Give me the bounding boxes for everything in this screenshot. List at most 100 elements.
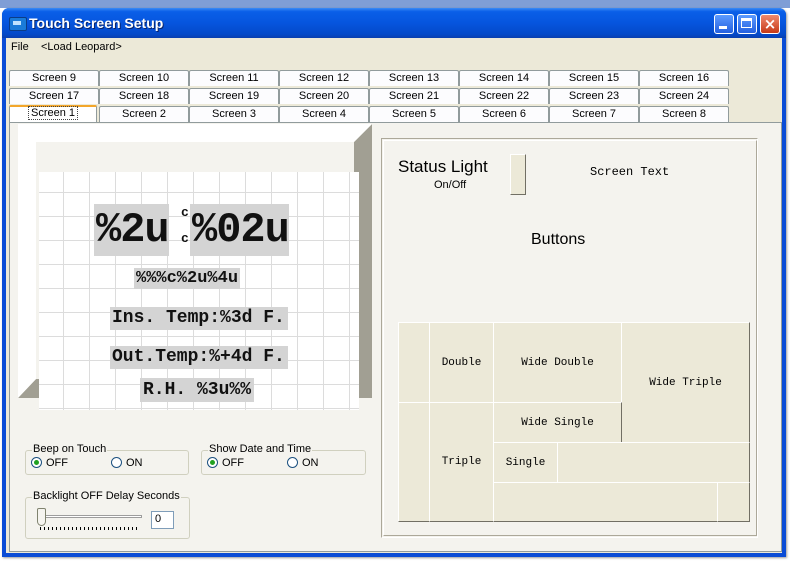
beep-on-radio[interactable]: ON [111, 457, 143, 469]
button-slot-bottom-right[interactable] [717, 482, 750, 522]
tab-label: Screen 4 [301, 108, 347, 120]
tab-label: Screen 17 [28, 90, 80, 102]
close-icon: × [763, 15, 777, 33]
lcd-outside-temp[interactable]: Out.Temp:%+4d F. [110, 346, 288, 369]
tab-screen-4[interactable]: Screen 4 [279, 106, 369, 122]
close-button[interactable]: × [760, 14, 780, 34]
button-triple-label: Triple [441, 456, 482, 468]
tab-screen-20[interactable]: Screen 20 [279, 88, 369, 104]
tab-label: Screen 8 [661, 108, 707, 120]
button-slot-single-wide[interactable] [557, 442, 750, 483]
lcd-colon-bottom: c [181, 231, 189, 246]
desktop-strip [0, 0, 790, 8]
tab-screen-18[interactable]: Screen 18 [99, 88, 189, 104]
tab-screen-12[interactable]: Screen 12 [279, 70, 369, 86]
tab-screen-8[interactable]: Screen 8 [639, 106, 729, 122]
tab-screen-14[interactable]: Screen 14 [459, 70, 549, 86]
tab-screen-3[interactable]: Screen 3 [189, 106, 279, 122]
lcd-date[interactable]: %%%c%2u%4u [134, 268, 241, 289]
tab-label: Screen 11 [209, 72, 259, 84]
tab-label: Screen 20 [298, 90, 350, 102]
menu-file[interactable]: File [11, 41, 29, 53]
title-bar[interactable]: Touch Screen Setup × [2, 8, 786, 38]
maximize-button[interactable] [737, 14, 757, 34]
button-wide-single-label: Wide Single [521, 416, 594, 429]
datetime-on-radio[interactable]: ON [287, 457, 319, 469]
slider-thumb[interactable] [37, 508, 46, 526]
radio-empty-icon [287, 457, 298, 468]
button-slot-left-bottom[interactable] [398, 402, 430, 522]
radio-selected-icon [31, 457, 42, 468]
tab-label: Screen 19 [208, 90, 260, 102]
tab-screen-9[interactable]: Screen 9 [9, 70, 99, 86]
tab-screen-19[interactable]: Screen 19 [189, 88, 279, 104]
button-wide-triple[interactable]: Wide Triple [621, 322, 750, 443]
button-triple[interactable]: Triple [429, 402, 494, 522]
tab-screen-22[interactable]: Screen 22 [459, 88, 549, 104]
radio-selected-icon [207, 457, 218, 468]
datetime-off-label: OFF [222, 457, 244, 469]
tab-screen-24[interactable]: Screen 24 [639, 88, 729, 104]
slider-track [38, 515, 142, 518]
tab-label: Screen 7 [571, 108, 617, 120]
tab-screen-13[interactable]: Screen 13 [369, 70, 459, 86]
screen-text-label[interactable]: Screen Text [590, 165, 669, 179]
status-light-toggle[interactable] [510, 154, 526, 195]
button-slot-left-top[interactable] [398, 322, 430, 403]
tab-label: Screen 6 [481, 108, 527, 120]
tab-label: Screen 23 [568, 90, 620, 102]
tab-label: Screen 13 [388, 72, 440, 84]
lcd-humidity[interactable]: R.H. %3u%% [140, 378, 255, 402]
app-icon [9, 17, 27, 31]
backlight-delay-slider[interactable] [35, 508, 145, 530]
tab-label: Screen 22 [478, 90, 530, 102]
tab-screen-21[interactable]: Screen 21 [369, 88, 459, 104]
datetime-off-radio[interactable]: OFF [207, 457, 244, 469]
button-wide-double[interactable]: Wide Double [493, 322, 622, 403]
tab-label: Screen 2 [121, 108, 167, 120]
slider-ticks [40, 527, 140, 530]
radio-empty-icon [111, 457, 122, 468]
tab-label: Screen 16 [658, 72, 710, 84]
tab-screen-5[interactable]: Screen 5 [369, 106, 459, 122]
tab-screen-16[interactable]: Screen 16 [639, 70, 729, 86]
tab-screen-23[interactable]: Screen 23 [549, 88, 639, 104]
show-date-time-label: Show Date and Time [208, 443, 313, 455]
button-single[interactable]: Single [493, 442, 558, 483]
lcd-hours[interactable]: %2u [94, 204, 170, 256]
menu-bar: File <Load Leopard> [6, 38, 782, 56]
backlight-delay-value[interactable]: 0 [151, 511, 174, 529]
tab-screen-7[interactable]: Screen 7 [549, 106, 639, 122]
tab-screen-17[interactable]: Screen 17 [9, 88, 99, 104]
beep-on-touch-label: Beep on Touch [32, 443, 108, 455]
tab-label: Screen 12 [298, 72, 350, 84]
datetime-on-label: ON [302, 457, 319, 469]
backlight-delay-label: Backlight OFF Delay Seconds [32, 490, 181, 502]
tab-label: Screen 14 [478, 72, 530, 84]
tab-label: Screen 5 [391, 108, 437, 120]
maximize-icon [741, 18, 752, 28]
button-wide-single[interactable]: Wide Single [493, 402, 622, 443]
button-double[interactable]: Double [429, 322, 494, 403]
tab-screen-15[interactable]: Screen 15 [549, 70, 639, 86]
minimize-button[interactable] [714, 14, 734, 34]
menu-load-leopard[interactable]: <Load Leopard> [41, 41, 122, 53]
tab-screen-2[interactable]: Screen 2 [99, 106, 189, 122]
lcd-minutes[interactable]: %02u [190, 204, 290, 256]
tab-screen-10[interactable]: Screen 10 [99, 70, 189, 86]
tab-label: Screen 15 [568, 72, 620, 84]
tab-label: Screen 24 [658, 90, 710, 102]
tab-screen-1[interactable]: Screen 1 [9, 105, 97, 123]
button-wide-double-label: Wide Double [521, 356, 594, 369]
lcd-inside-temp[interactable]: Ins. Temp:%3d F. [110, 307, 288, 330]
status-light-onoff-label: On/Off [434, 179, 467, 191]
lcd-screen: %2u c c %02u %%%c%2u%4u Ins. Temp:%3d F.… [39, 172, 359, 410]
button-slot-bottom-wide[interactable] [493, 482, 718, 522]
tab-label: Screen 1 [27, 106, 79, 120]
tab-screen-6[interactable]: Screen 6 [459, 106, 549, 122]
status-light-label: Status Light [398, 157, 488, 176]
tab-screen-11[interactable]: Screen 11 [189, 70, 279, 86]
button-double-label: Double [441, 356, 482, 369]
button-wide-triple-label: Wide Triple [649, 376, 722, 389]
beep-off-radio[interactable]: OFF [31, 457, 68, 469]
